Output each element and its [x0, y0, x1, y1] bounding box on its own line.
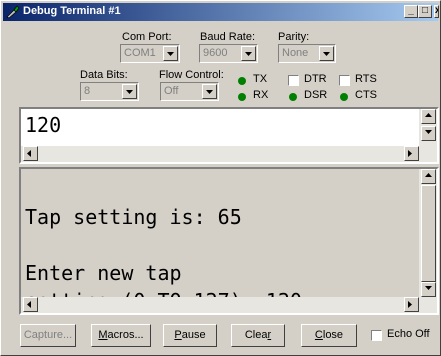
macros-label: acros...: [107, 329, 144, 341]
data-bits-select[interactable]: 8: [80, 82, 139, 101]
pause-mnemonic: P: [174, 329, 182, 341]
baud-rate-value: 9600: [203, 47, 228, 59]
close-button[interactable]: Close: [301, 324, 357, 347]
debug-terminal-window: Debug Terminal #1 _ □ x Com Port: COM1 B…: [0, 0, 441, 356]
app-icon: [6, 5, 20, 19]
cts-led-icon: [340, 93, 348, 101]
receive-line-1: Tap setting is: 65: [25, 205, 242, 229]
scroll-down-icon[interactable]: [421, 282, 436, 297]
chevron-down-icon[interactable]: [241, 46, 256, 61]
dtr-checkbox[interactable]: [288, 75, 299, 86]
close-mnemonic: C: [314, 329, 323, 341]
dtr-label: DTR: [304, 73, 327, 85]
transmit-text: 120: [25, 113, 62, 137]
pause-label: ause: [181, 329, 206, 341]
clear-label: Clea: [244, 329, 268, 341]
capture-button[interactable]: Capture...: [20, 324, 76, 347]
scroll-thumb[interactable]: [421, 185, 436, 282]
scroll-left-icon[interactable]: [23, 146, 38, 161]
close-window-button[interactable]: x: [434, 5, 439, 18]
parity-select[interactable]: None: [278, 44, 336, 63]
window-title: Debug Terminal #1: [23, 5, 121, 17]
scroll-up-icon[interactable]: [421, 109, 436, 124]
baud-rate-select[interactable]: 9600: [199, 44, 258, 63]
rx-label: RX: [253, 89, 269, 101]
parity-value: None: [282, 47, 309, 59]
dsr-led-icon: [289, 93, 297, 101]
close-label: lose: [322, 329, 344, 341]
echo-off-label: Echo Off: [387, 328, 430, 340]
scroll-right-icon[interactable]: [404, 297, 419, 312]
tx-label: TX: [253, 73, 268, 85]
dsr-label: DSR: [304, 89, 328, 101]
transmit-vscrollbar[interactable]: [419, 109, 437, 147]
receive-pane[interactable]: Tap setting is: 65 Enter new tap setting…: [19, 167, 439, 315]
chevron-down-icon[interactable]: [122, 84, 137, 99]
cts-label: CTS: [355, 89, 377, 101]
baud-rate-label: Baud Rate:: [200, 31, 256, 43]
com-port-value: COM1: [124, 47, 156, 59]
receive-line-3: Enter new tap: [25, 261, 182, 285]
echo-off-checkbox[interactable]: [371, 330, 382, 341]
maximize-button[interactable]: □: [418, 5, 432, 18]
receive-vscrollbar[interactable]: [419, 169, 437, 297]
com-port-select[interactable]: COM1: [120, 44, 180, 63]
flow-control-value: Off: [164, 85, 179, 97]
data-bits-value: 8: [84, 85, 91, 97]
macros-mnemonic: M: [98, 329, 108, 341]
data-bits-label: Data Bits:: [80, 69, 128, 81]
tx-led-icon: [238, 77, 246, 85]
macros-button[interactable]: Macros...: [91, 324, 151, 347]
title-bar[interactable]: Debug Terminal #1 _ □ x: [3, 3, 439, 21]
minimize-button[interactable]: _: [404, 5, 418, 18]
com-port-label: Com Port:: [122, 31, 172, 43]
flow-control-label: Flow Control:: [159, 69, 224, 81]
scroll-down-icon[interactable]: [421, 126, 436, 141]
pause-button[interactable]: Pause: [163, 324, 217, 347]
rts-checkbox[interactable]: [339, 75, 350, 86]
parity-label: Parity:: [278, 31, 310, 43]
rts-label: RTS: [355, 73, 377, 85]
rx-led-icon: [238, 93, 246, 101]
receive-text: Tap setting is: 65 Enter new tap setting…: [25, 175, 302, 315]
clear-mnemonic: r: [267, 329, 272, 341]
clear-button[interactable]: Clear: [231, 324, 285, 347]
transmit-pane[interactable]: 120: [19, 107, 439, 164]
receive-hscrollbar[interactable]: [21, 297, 437, 313]
transmit-hscrollbar[interactable]: [21, 146, 437, 162]
scroll-left-icon[interactable]: [23, 297, 38, 312]
chevron-down-icon[interactable]: [319, 46, 334, 61]
chevron-down-icon[interactable]: [202, 84, 217, 99]
scroll-right-icon[interactable]: [404, 146, 419, 161]
chevron-down-icon[interactable]: [163, 46, 178, 61]
scroll-up-icon[interactable]: [421, 169, 436, 184]
flow-control-select[interactable]: Off: [160, 82, 219, 101]
